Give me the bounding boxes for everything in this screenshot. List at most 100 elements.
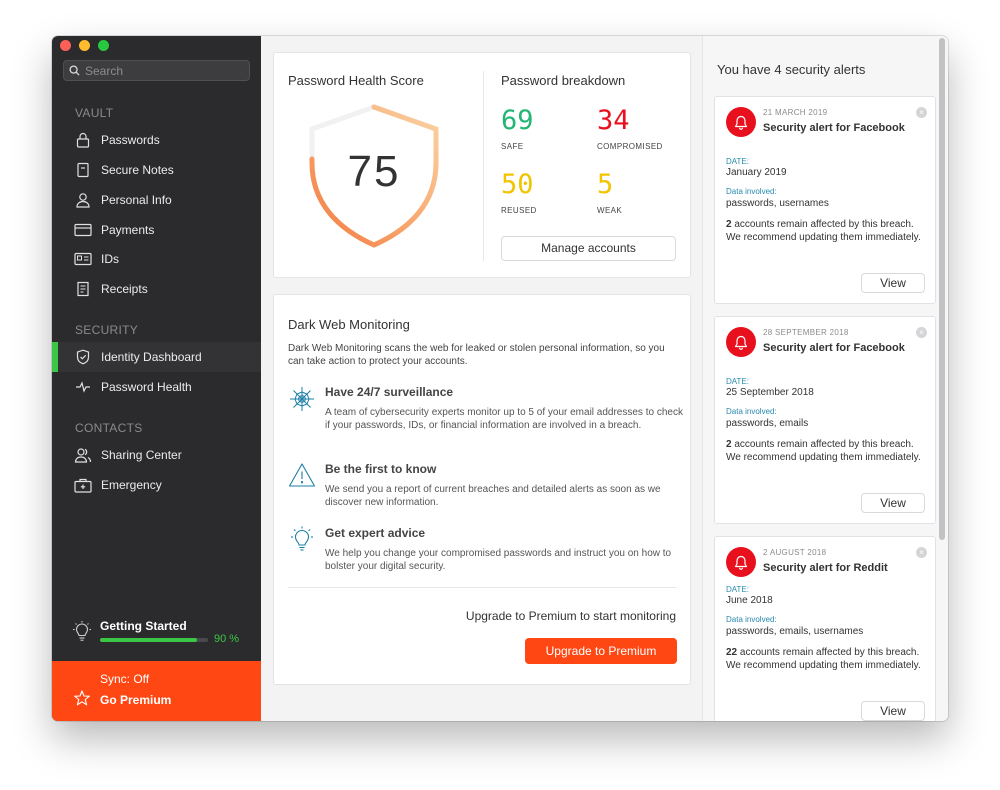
data-involved: passwords, usernames xyxy=(726,198,829,209)
dark-web-monitoring-card: Dark Web Monitoring Dark Web Monitoring … xyxy=(273,294,691,685)
compromised-count: 34 xyxy=(597,105,630,136)
shield-check-icon xyxy=(74,348,92,366)
search-box[interactable] xyxy=(63,60,250,81)
sidebar-item-ids[interactable]: IDs xyxy=(52,244,261,274)
reused-count: 50 xyxy=(501,169,534,200)
alert-title: Security alert for Reddit xyxy=(763,562,888,574)
sidebar-item-sharing-center[interactable]: Sharing Center xyxy=(52,440,261,470)
alert-card: 28 SEPTEMBER 2018 Security alert for Fac… xyxy=(714,316,936,524)
getting-started-progress-bar xyxy=(100,638,208,642)
sidebar-item-label: Identity Dashboard xyxy=(101,350,202,364)
sidebar-item-label: Sharing Center xyxy=(101,448,182,462)
data-involved: passwords, emails xyxy=(726,418,809,429)
sidebar-item-identity-dashboard[interactable]: Identity Dashboard xyxy=(52,342,261,372)
alert-title: Security alert for Facebook xyxy=(763,342,905,354)
star-icon xyxy=(74,690,90,706)
progress-fill xyxy=(100,638,198,642)
feature-description: We send you a report of current breaches… xyxy=(325,484,661,508)
data-involved: passwords, emails, usernames xyxy=(726,626,864,637)
id-card-icon xyxy=(74,250,92,268)
zoom-window-button[interactable] xyxy=(98,40,109,51)
feature-title: Be the first to know xyxy=(325,462,437,476)
alert-note: 2 accounts remain affected by this breac… xyxy=(726,218,926,244)
getting-started-label: Getting Started xyxy=(100,619,187,633)
view-button[interactable]: View xyxy=(861,493,925,513)
window-controls xyxy=(60,40,109,51)
close-icon[interactable]: × xyxy=(916,107,927,118)
search-input[interactable] xyxy=(85,63,235,78)
spider-web-icon xyxy=(290,387,314,411)
scrollbar[interactable] xyxy=(938,36,946,721)
warning-icon xyxy=(288,463,316,487)
close-icon[interactable]: × xyxy=(916,547,927,558)
dark-web-description: Dark Web Monitoring scans the web for le… xyxy=(288,343,665,367)
date-label: DATE: xyxy=(726,157,749,166)
sidebar-item-payments[interactable]: Payments xyxy=(52,215,261,245)
date-label: DATE: xyxy=(726,585,749,594)
note-icon xyxy=(74,161,92,179)
bell-icon xyxy=(726,547,756,577)
sidebar-item-secure-notes[interactable]: Secure Notes xyxy=(52,155,261,185)
sidebar-item-label: Receipts xyxy=(101,282,148,296)
breach-date: 25 September 2018 xyxy=(726,387,814,398)
alert-card: 21 MARCH 2019 Security alert for Faceboo… xyxy=(714,96,936,304)
date-label: DATE: xyxy=(726,377,749,386)
app-window: VAULT Passwords Secure Notes Personal In… xyxy=(52,36,948,721)
sidebar-item-receipts[interactable]: Receipts xyxy=(52,274,261,304)
sidebar-item-password-health[interactable]: Password Health xyxy=(52,372,261,402)
getting-started-percent: 90 % xyxy=(214,633,240,645)
sidebar-item-emergency[interactable]: Emergency xyxy=(52,470,261,500)
view-button[interactable]: View xyxy=(861,273,925,293)
compromised-label: COMPROMISED xyxy=(597,142,663,151)
manage-accounts-button[interactable]: Manage accounts xyxy=(501,236,676,261)
divider xyxy=(288,587,676,588)
alert-note: 2 accounts remain affected by this breac… xyxy=(726,438,926,464)
sidebar-item-label: Secure Notes xyxy=(101,163,174,177)
feature-title: Get expert advice xyxy=(325,526,426,540)
bell-icon xyxy=(726,327,756,357)
lightbulb-icon xyxy=(291,526,313,551)
minimize-window-button[interactable] xyxy=(79,40,90,51)
weak-label: WEAK xyxy=(597,206,623,215)
sidebar: VAULT Passwords Secure Notes Personal In… xyxy=(52,36,261,721)
password-breakdown-title: Password breakdown xyxy=(501,73,626,88)
bell-icon xyxy=(726,107,756,137)
sidebar-item-passwords[interactable]: Passwords xyxy=(52,125,261,155)
sidebar-item-label: Personal Info xyxy=(101,193,172,207)
alert-title: Security alert for Facebook xyxy=(763,122,905,134)
password-health-card: Password Health Score 75 Password breakd… xyxy=(273,52,691,278)
main-content: Password Health Score 75 Password breakd… xyxy=(261,36,702,721)
section-title-contacts: CONTACTS xyxy=(75,421,143,435)
close-window-button[interactable] xyxy=(60,40,71,51)
alert-card: 2 AUGUST 2018 Security alert for Reddit … xyxy=(714,536,936,721)
password-health-title: Password Health Score xyxy=(288,73,424,88)
go-premium-button[interactable]: Go Premium xyxy=(100,693,171,707)
upgrade-to-premium-button[interactable]: Upgrade to Premium xyxy=(525,638,677,664)
alert-note-text: accounts remain affected by this breach.… xyxy=(726,219,921,243)
alert-date: 2 AUGUST 2018 xyxy=(763,548,827,557)
section-title-vault: VAULT xyxy=(75,106,114,120)
data-involved-label: Data involved: xyxy=(726,187,777,196)
first-aid-kit-icon xyxy=(74,476,92,494)
health-score: 75 xyxy=(347,147,401,196)
credit-card-icon xyxy=(74,221,92,239)
search-icon xyxy=(69,65,80,76)
alert-note: 22 accounts remain affected by this brea… xyxy=(726,646,926,672)
view-button[interactable]: View xyxy=(861,701,925,721)
alerts-title: You have 4 security alerts xyxy=(717,62,866,77)
feature-description: A team of cybersecurity experts monitor … xyxy=(325,407,683,431)
sidebar-item-label: Emergency xyxy=(101,478,162,492)
data-involved-label: Data involved: xyxy=(726,407,777,416)
sync-status: Sync: Off xyxy=(100,672,150,686)
sidebar-item-personal-info[interactable]: Personal Info xyxy=(52,185,261,215)
breach-date: June 2018 xyxy=(726,595,773,606)
go-premium-panel[interactable]: Sync: Off Go Premium xyxy=(52,661,261,721)
close-icon[interactable]: × xyxy=(916,327,927,338)
dark-web-title: Dark Web Monitoring xyxy=(288,317,410,332)
sidebar-item-label: IDs xyxy=(101,252,119,266)
feature-title: Have 24/7 surveillance xyxy=(325,385,454,399)
person-icon xyxy=(74,191,92,209)
scrollbar-thumb[interactable] xyxy=(939,38,945,540)
sidebar-item-label: Payments xyxy=(101,223,155,237)
upgrade-prompt: Upgrade to Premium to start monitoring xyxy=(465,609,676,623)
